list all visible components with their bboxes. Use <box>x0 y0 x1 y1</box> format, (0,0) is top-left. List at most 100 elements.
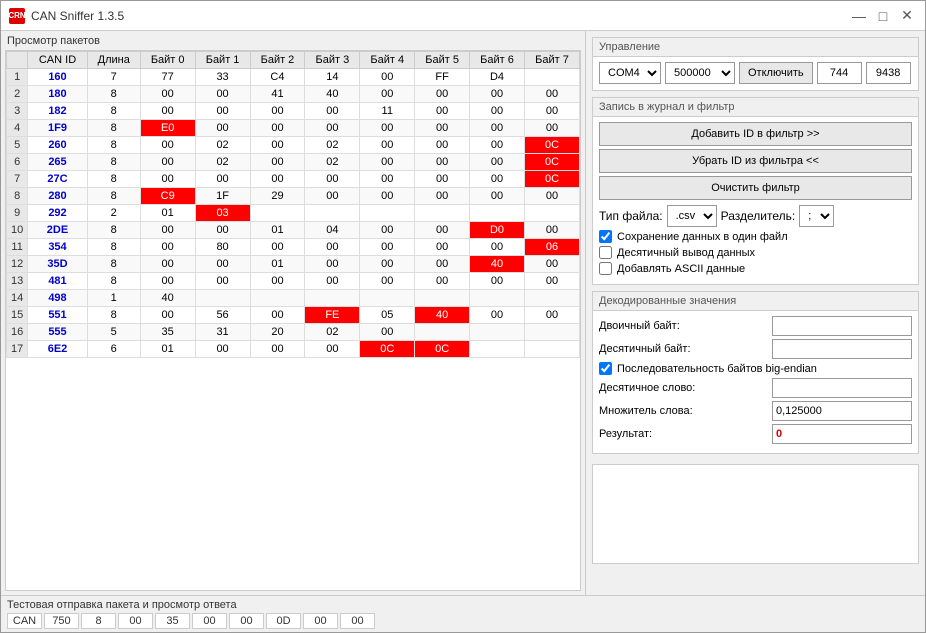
table-cell: 498 <box>28 290 88 307</box>
table-cell: 00 <box>360 239 415 256</box>
table-cell: 00 <box>524 103 579 120</box>
table-cell: 0C <box>524 171 579 188</box>
table-cell: 16 <box>7 324 28 341</box>
maximize-button[interactable]: □ <box>873 6 893 26</box>
table-row[interactable]: 318280000000011000000 <box>7 103 580 120</box>
col-length: Длина <box>87 52 140 69</box>
table-cell: 00 <box>360 324 415 341</box>
table-cell: 00 <box>524 307 579 324</box>
decimal-output-checkbox[interactable] <box>599 246 612 259</box>
decimal-output-row: Десятичный вывод данных <box>599 246 912 259</box>
table-row[interactable]: 155518005600FE05400000 <box>7 307 580 324</box>
table-cell: 8 <box>87 154 140 171</box>
table-cell: 00 <box>415 103 470 120</box>
val2-input[interactable] <box>866 62 911 84</box>
table-cell <box>250 290 305 307</box>
table-row[interactable]: 218080000414000000000 <box>7 86 580 103</box>
packets-table-container[interactable]: CAN ID Длина Байт 0 Байт 1 Байт 2 Байт 3… <box>5 50 581 591</box>
table-row[interactable]: 1135480080000000000006 <box>7 239 580 256</box>
table-cell: 00 <box>524 222 579 239</box>
remove-id-button[interactable]: Убрать ID из фильтра << <box>599 149 912 173</box>
table-cell: 02 <box>305 154 360 171</box>
bottom-bar: Тестовая отправка пакета и просмотр отве… <box>1 595 925 632</box>
file-type-label: Тип файла: <box>599 209 663 223</box>
table-cell: 00 <box>470 137 525 154</box>
baud-rate-select[interactable]: 500000 <box>665 62 735 84</box>
table-cell: 40 <box>470 256 525 273</box>
table-cell: 77 <box>140 69 195 86</box>
section-label-packets: Просмотр пакетов <box>5 35 581 47</box>
table-row[interactable]: 102DE8000001040000D000 <box>7 222 580 239</box>
bottom-cell-2: 00 <box>118 613 153 629</box>
table-cell: 00 <box>415 120 470 137</box>
table-row[interactable]: 727C8000000000000000C <box>7 171 580 188</box>
table-cell <box>250 205 305 222</box>
table-cell: 265 <box>28 154 88 171</box>
table-cell: 00 <box>250 137 305 154</box>
table-row[interactable]: 62658000200020000000C <box>7 154 580 171</box>
file-type-select[interactable]: .csv <box>667 205 717 227</box>
table-row[interactable]: 1235D80000010000004000 <box>7 256 580 273</box>
table-row[interactable]: 929220103 <box>7 205 580 222</box>
big-endian-label: Последовательность байтов big-endian <box>617 363 817 375</box>
table-cell: 00 <box>415 188 470 205</box>
table-cell: 40 <box>140 290 195 307</box>
window-controls: — □ ✕ <box>849 6 917 26</box>
close-button[interactable]: ✕ <box>897 6 917 26</box>
table-row[interactable]: 41F98E000000000000000 <box>7 120 580 137</box>
table-row[interactable]: 52608000200020000000C <box>7 137 580 154</box>
title-bar: CRN CAN Sniffer 1.3.5 — □ ✕ <box>1 1 925 31</box>
table-cell <box>415 205 470 222</box>
table-cell: 14 <box>7 290 28 307</box>
table-cell: 00 <box>195 256 250 273</box>
add-id-button[interactable]: Добавить ID в фильтр >> <box>599 122 912 146</box>
table-cell: 551 <box>28 307 88 324</box>
table-row[interactable]: 14498140 <box>7 290 580 307</box>
table-row[interactable]: 82808C91F290000000000 <box>7 188 580 205</box>
table-cell: 00 <box>305 171 360 188</box>
binary-byte-row: Двоичный байт: <box>599 316 912 336</box>
log-textarea[interactable] <box>593 465 918 563</box>
table-cell: 2 <box>7 86 28 103</box>
table-cell: 00 <box>305 188 360 205</box>
save-single-checkbox[interactable] <box>599 230 612 243</box>
table-cell: 00 <box>415 86 470 103</box>
binary-byte-input[interactable] <box>772 316 912 336</box>
table-row[interactable]: 1348180000000000000000 <box>7 273 580 290</box>
table-cell: 5 <box>7 137 28 154</box>
table-row[interactable]: 116077733C41400FFD4 <box>7 69 580 86</box>
table-cell: 05 <box>360 307 415 324</box>
table-cell: 7 <box>7 171 28 188</box>
com-port-select[interactable]: COM4 <box>599 62 661 84</box>
decimal-word-input[interactable] <box>772 378 912 398</box>
table-cell: 00 <box>250 307 305 324</box>
minimize-button[interactable]: — <box>849 6 869 26</box>
multiplier-label: Множитель слова: <box>599 405 693 417</box>
table-cell: 00 <box>470 103 525 120</box>
table-cell: C4 <box>250 69 305 86</box>
table-cell: 00 <box>524 188 579 205</box>
table-row[interactable]: 1655553531200200 <box>7 324 580 341</box>
table-cell: 00 <box>524 256 579 273</box>
bottom-label: Тестовая отправка пакета и просмотр отве… <box>7 599 237 611</box>
delimiter-select[interactable]: ; <box>799 205 834 227</box>
disconnect-button[interactable]: Отключить <box>739 62 813 84</box>
table-cell: 8 <box>7 188 28 205</box>
table-cell: 00 <box>195 103 250 120</box>
table-cell: 00 <box>360 154 415 171</box>
control-title: Управление <box>593 38 918 57</box>
table-cell: 00 <box>250 103 305 120</box>
decimal-byte-input[interactable] <box>772 339 912 359</box>
multiplier-input[interactable] <box>772 401 912 421</box>
table-row[interactable]: 176E26010000000C0C <box>7 341 580 358</box>
table-cell: 180 <box>28 86 88 103</box>
table-cell: 27C <box>28 171 88 188</box>
table-cell: 4 <box>7 120 28 137</box>
table-cell: 00 <box>470 307 525 324</box>
val1-input[interactable] <box>817 62 862 84</box>
big-endian-checkbox[interactable] <box>599 362 612 375</box>
clear-filter-button[interactable]: Очистить фильтр <box>599 176 912 200</box>
result-input[interactable] <box>772 424 912 444</box>
add-ascii-checkbox[interactable] <box>599 262 612 275</box>
table-cell: 7 <box>87 69 140 86</box>
